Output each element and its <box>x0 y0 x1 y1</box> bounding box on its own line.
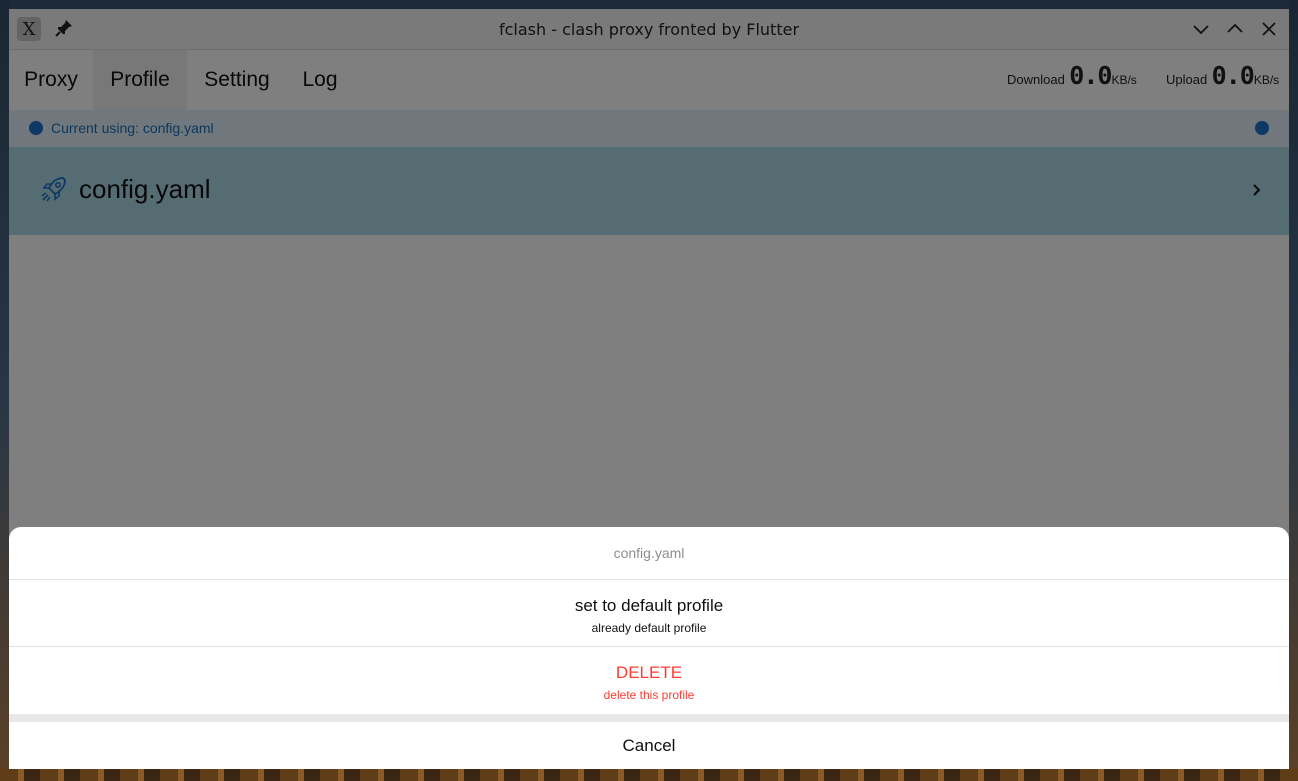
desktop-background-left <box>0 0 9 781</box>
action-sheet-group: config.yaml set to default profile alrea… <box>9 527 1289 714</box>
set-default-sublabel: already default profile <box>591 621 707 635</box>
action-sheet-gap <box>9 714 1289 722</box>
set-default-label: set to default profile <box>574 596 724 615</box>
set-default-profile-button[interactable]: set to default profile already default p… <box>9 580 1289 647</box>
desktop-background-right <box>1289 0 1298 781</box>
action-sheet-title: config.yaml <box>9 527 1289 580</box>
delete-sublabel: delete this profile <box>603 688 695 702</box>
desktop-background-bottom <box>0 768 1298 781</box>
action-sheet: config.yaml set to default profile alrea… <box>9 527 1289 769</box>
delete-label: DELETE <box>615 663 683 682</box>
app-window: X fclash - clash proxy fronted by Flutte… <box>9 9 1289 769</box>
cancel-button[interactable]: Cancel <box>9 722 1289 769</box>
delete-profile-button[interactable]: DELETE delete this profile <box>9 647 1289 713</box>
